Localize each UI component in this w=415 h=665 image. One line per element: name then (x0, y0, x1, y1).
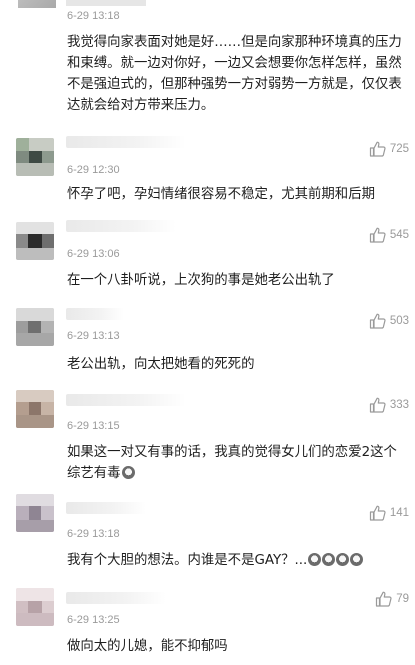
like-button[interactable]: 503 (369, 312, 409, 330)
cry-laugh-emoji-icon (308, 553, 322, 566)
avatar[interactable] (16, 222, 54, 260)
username-blurred (66, 0, 146, 6)
avatar[interactable] (16, 138, 54, 176)
comment-text: 我觉得向家表面对她是好……但是向家那种环境真的压力和束缚。就一边对你好，一边又会… (67, 35, 402, 113)
username-blurred (66, 308, 124, 320)
username-blurred (66, 502, 146, 514)
username-blurred (66, 136, 186, 148)
like-button[interactable]: 725 (369, 140, 409, 158)
thumbs-up-icon (369, 397, 386, 413)
comment-text-body: 我有个大胆的想法。内谁是不是GAY？... (67, 553, 308, 568)
comment-text: 老公出轨，向太把她看的死死的 (67, 357, 255, 372)
avatar[interactable] (18, 0, 56, 8)
cry-laugh-emoji-icon (350, 553, 364, 566)
thumbs-up-icon (369, 505, 386, 521)
avatar[interactable] (16, 390, 54, 428)
cry-laugh-emoji-icon (121, 466, 135, 479)
like-count: 725 (389, 143, 409, 155)
thumbs-up-icon (369, 313, 386, 329)
like-button[interactable]: 333 (369, 396, 409, 414)
comment-time: 6-29 13:18 (67, 10, 120, 22)
like-count: 545 (389, 229, 409, 241)
comment-time: 6-29 13:13 (67, 330, 120, 342)
comment-time: 6-29 12:30 (67, 164, 120, 176)
comment-text: 如果这一对又有事的话，我真的觉得女儿们的恋爱2这个综艺有毒 (67, 442, 409, 484)
comment-time: 6-29 13:06 (67, 248, 120, 260)
username-blurred (66, 592, 166, 604)
username-blurred (66, 394, 186, 406)
username-blurred (66, 220, 176, 232)
thumbs-up-icon (369, 141, 386, 157)
cry-laugh-emoji-icon (322, 553, 336, 566)
avatar[interactable] (16, 308, 54, 346)
comment-text: 我有个大胆的想法。内谁是不是GAY？... (67, 550, 409, 571)
like-button[interactable]: 141 (369, 504, 409, 522)
cry-laugh-emoji-icon (336, 553, 350, 566)
comment-time: 6-29 13:15 (67, 420, 120, 432)
like-count: 503 (389, 315, 409, 327)
like-button[interactable]: 79 (375, 590, 409, 608)
comment-time: 6-29 13:18 (67, 528, 120, 540)
thumbs-up-icon (369, 227, 386, 243)
avatar[interactable] (16, 588, 54, 626)
thumbs-up-icon (375, 591, 392, 607)
comment-text-body: 如果这一对又有事的话，我真的觉得女儿们的恋爱2这个综艺有毒 (67, 445, 397, 481)
comment-time: 6-29 13:25 (67, 614, 120, 626)
comment-text: 怀孕了吧，孕妇情绪很容易不稳定，尤其前期和后期 (67, 187, 375, 202)
comment-text: 在一个八卦听说，上次狗的事是她老公出轨了 (67, 273, 335, 288)
previous-comment-fragment (0, 0, 415, 14)
comment-text: 做向太的儿媳，能不抑郁吗 (67, 639, 228, 654)
avatar[interactable] (16, 494, 54, 532)
like-count: 79 (396, 593, 409, 605)
like-count: 333 (389, 399, 409, 411)
like-button[interactable]: 545 (369, 226, 409, 244)
like-count: 141 (389, 507, 409, 519)
